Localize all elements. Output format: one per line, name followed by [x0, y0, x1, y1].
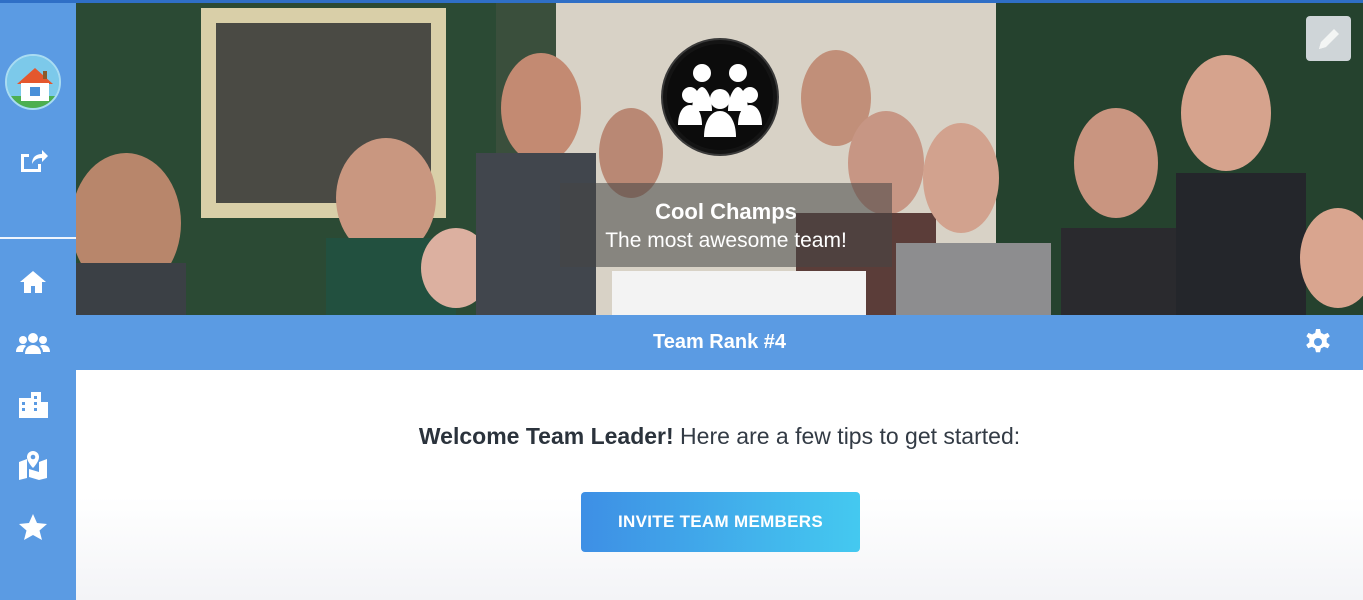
team-logo: [663, 40, 777, 154]
star-icon: [19, 514, 47, 540]
sidebar-item-team[interactable]: [0, 323, 66, 363]
group-people-icon: [678, 64, 762, 137]
sidebar-item-favorites[interactable]: [0, 507, 66, 547]
main-content: Welcome Team Leader! Here are a few tips…: [76, 370, 1363, 600]
invite-team-members-button[interactable]: INVITE TEAM MEMBERS: [581, 492, 860, 552]
team-motto: The most awesome team!: [605, 229, 847, 252]
sidebar: [0, 0, 76, 600]
home-icon: [20, 271, 46, 293]
share-out-icon: [21, 150, 48, 172]
top-accent-line: [0, 0, 1363, 3]
team-rank-bar: Team Rank #4: [76, 315, 1363, 370]
welcome-heading: Welcome Team Leader!: [418, 423, 674, 449]
team-users-icon: [16, 333, 50, 354]
sidebar-item-organizations[interactable]: [0, 384, 66, 424]
team-info-panel: Cool Champs The most awesome team!: [560, 183, 892, 267]
photo-sign: [612, 271, 866, 315]
sidebar-item-map[interactable]: [0, 445, 66, 485]
team-name: Cool Champs: [655, 199, 797, 224]
pencil-icon: [1318, 28, 1339, 49]
team-rank-label: Team Rank #4: [652, 331, 787, 353]
sidebar-item-home[interactable]: [0, 262, 66, 302]
welcome-subtext: Here are a few tips to get started:: [673, 423, 1021, 449]
team-banner: Cool Champs The most awesome team!: [76, 3, 1363, 315]
share-button[interactable]: [0, 140, 66, 180]
sidebar-divider: [0, 237, 76, 239]
buildings-icon: [19, 392, 48, 418]
team-settings-button[interactable]: [1303, 327, 1333, 357]
edit-banner-button[interactable]: [1306, 16, 1351, 61]
gear-icon: [1306, 329, 1330, 353]
map-marker-icon: [19, 451, 47, 480]
house-logo-icon: [7, 56, 59, 108]
welcome-message: Welcome Team Leader! Here are a few tips…: [76, 423, 1363, 450]
app-logo-avatar[interactable]: [5, 54, 61, 110]
